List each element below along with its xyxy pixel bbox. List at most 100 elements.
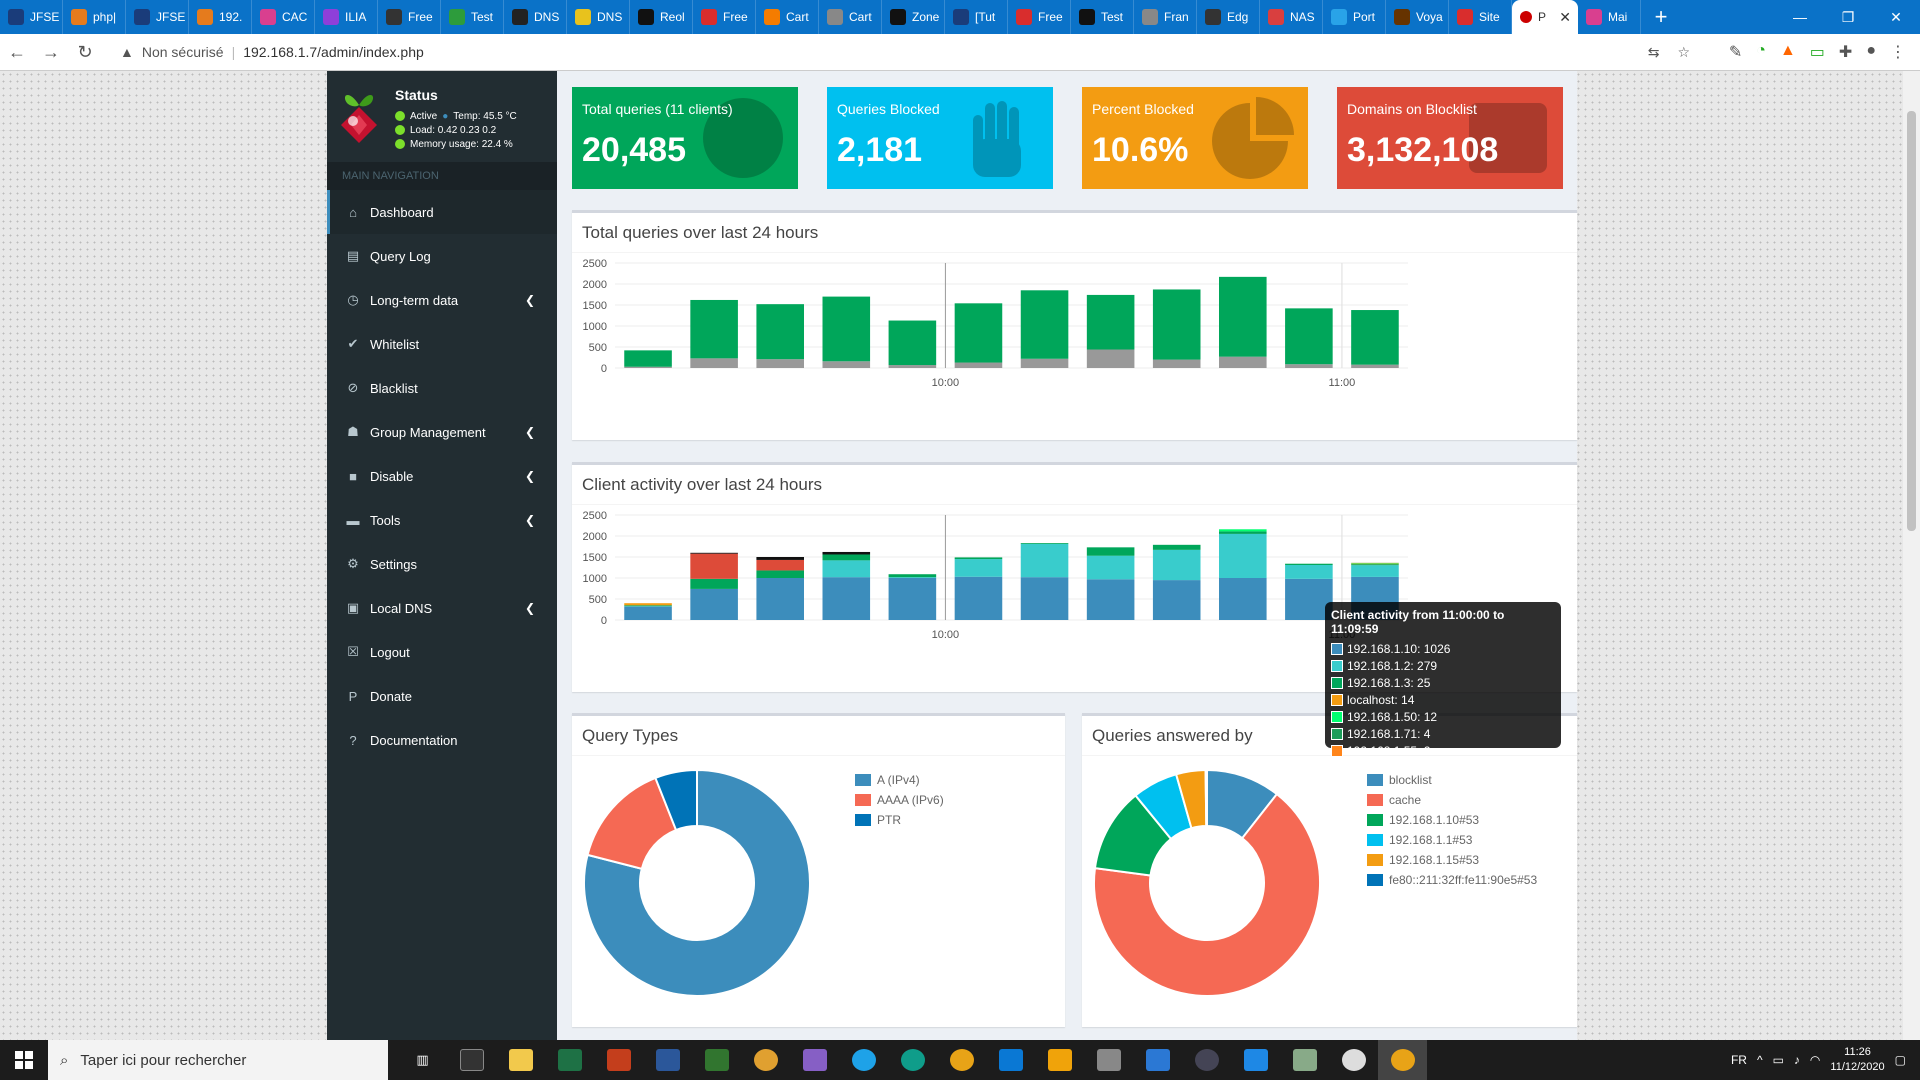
volume-icon[interactable]: ♪ xyxy=(1794,1053,1800,1067)
legend-item[interactable]: fe80::211:32ff:fe11:90e5#53 xyxy=(1367,870,1537,890)
browser-tab[interactable]: CAC xyxy=(252,0,315,34)
puzzle-icon[interactable]: ✚ xyxy=(1839,42,1852,62)
close-icon[interactable]: ✕ xyxy=(1559,9,1571,26)
taskbar-app-chrome-active[interactable] xyxy=(1378,1040,1427,1080)
page-scrollbar[interactable] xyxy=(1903,71,1920,1040)
browser-tab[interactable]: Voya xyxy=(1386,0,1449,34)
sidebar-item-dashboard[interactable]: ⌂ Dashboard xyxy=(327,190,557,234)
stat-percent-blocked[interactable]: Percent Blocked 10.6% xyxy=(1082,87,1308,189)
browser-tab[interactable]: JFSE xyxy=(0,0,63,34)
extension-icon[interactable]: ▭ xyxy=(1810,42,1825,62)
taskbar-app-remote[interactable] xyxy=(1084,1040,1133,1080)
sidebar-item-group-management[interactable]: ☗ Group Management ❮ xyxy=(327,410,557,454)
taskbar-app-outlook[interactable] xyxy=(1035,1040,1084,1080)
taskbar-app-media[interactable] xyxy=(1329,1040,1378,1080)
taskbar-app-edge[interactable] xyxy=(888,1040,937,1080)
browser-tab[interactable]: DNS xyxy=(504,0,567,34)
taskbar-app-paint[interactable] xyxy=(741,1040,790,1080)
sidebar-item-blacklist[interactable]: ⊘ Blacklist xyxy=(327,366,557,410)
sidebar-item-local-dns[interactable]: ▣ Local DNS ❮ xyxy=(327,586,557,630)
legend-item[interactable]: A (IPv4) xyxy=(855,770,944,790)
sidebar-item-whitelist[interactable]: ✔ Whitelist xyxy=(327,322,557,366)
stat-domains-blocklist[interactable]: Domains on Blocklist 3,132,108 xyxy=(1337,87,1563,189)
taskbar-app-terminal[interactable] xyxy=(447,1040,496,1080)
query-types-donut[interactable] xyxy=(572,756,812,1026)
extension-icon[interactable]: ✎ xyxy=(1729,42,1742,62)
taskbar-app-security[interactable] xyxy=(1182,1040,1231,1080)
language-indicator[interactable]: FR xyxy=(1731,1053,1747,1067)
browser-tab[interactable]: Fran xyxy=(1134,0,1197,34)
legend-item[interactable]: 192.168.1.10#53 xyxy=(1367,810,1537,830)
queries-answered-donut[interactable] xyxy=(1082,756,1327,1026)
taskbar-app-project[interactable] xyxy=(692,1040,741,1080)
browser-tab[interactable]: 192. xyxy=(189,0,252,34)
translate-icon[interactable]: ⇆ xyxy=(1648,44,1660,61)
stat-total-queries[interactable]: Total queries (11 clients) 20,485 xyxy=(572,87,798,189)
taskbar-app-calendar[interactable] xyxy=(1133,1040,1182,1080)
restore-button[interactable]: ❐ xyxy=(1824,0,1872,34)
legend-item[interactable]: 192.168.1.1#53 xyxy=(1367,830,1537,850)
browser-tab[interactable]: Port xyxy=(1323,0,1386,34)
browser-tab[interactable]: Edg xyxy=(1197,0,1260,34)
taskbar-app-ie[interactable] xyxy=(839,1040,888,1080)
browser-tab[interactable]: Zone xyxy=(882,0,945,34)
browser-tab[interactable]: Free xyxy=(378,0,441,34)
sidebar-item-disable[interactable]: ■ Disable ❮ xyxy=(327,454,557,498)
network-icon[interactable]: ▭ xyxy=(1773,1053,1784,1067)
legend-item[interactable]: cache xyxy=(1367,790,1537,810)
url-input[interactable]: ▲ Non sécurisé | 192.168.1.7/admin/index… xyxy=(110,38,1700,66)
wifi-icon[interactable]: ◠ xyxy=(1810,1053,1820,1067)
browser-tab[interactable]: Test xyxy=(1071,0,1134,34)
browser-tab[interactable]: DNS xyxy=(567,0,630,34)
sidebar-item-query-log[interactable]: ▤ Query Log xyxy=(327,234,557,278)
browser-tab[interactable]: Cart xyxy=(756,0,819,34)
taskbar-app-mail[interactable] xyxy=(986,1040,1035,1080)
scrollbar-thumb[interactable] xyxy=(1907,111,1916,531)
stat-queries-blocked[interactable]: Queries Blocked 2,181 xyxy=(827,87,1053,189)
sidebar-item-tools[interactable]: ▬ Tools ❮ xyxy=(327,498,557,542)
back-button[interactable]: ← xyxy=(0,42,34,63)
forward-button[interactable]: → xyxy=(34,42,68,63)
task-view-button[interactable]: ▥ xyxy=(398,1040,447,1080)
menu-dots-icon[interactable]: ⋮ xyxy=(1890,42,1906,62)
sidebar-item-long-term-data[interactable]: ◷ Long-term data ❮ xyxy=(327,278,557,322)
legend-item[interactable]: PTR xyxy=(855,810,944,830)
browser-tab[interactable]: Free xyxy=(693,0,756,34)
start-button[interactable] xyxy=(0,1040,48,1080)
queries-over-time-chart[interactable]: 0 500 1000 1500 2000 2500 10:00 11:00 xyxy=(572,253,1577,440)
legend-item[interactable]: 192.168.1.15#53 xyxy=(1367,850,1537,870)
profile-avatar-icon[interactable]: ● xyxy=(1866,42,1876,62)
extension-icon[interactable]: ▲ xyxy=(1780,42,1796,62)
sidebar-item-donate[interactable]: P Donate xyxy=(327,674,557,718)
notifications-icon[interactable]: ▢ xyxy=(1895,1053,1906,1067)
legend-item[interactable]: AAAA (IPv6) xyxy=(855,790,944,810)
browser-tab[interactable]: [Tut xyxy=(945,0,1008,34)
extension-icon[interactable]: ◔ xyxy=(1756,42,1766,62)
tab-active[interactable]: P ✕ xyxy=(1512,0,1578,34)
close-window-button[interactable]: ✕ xyxy=(1872,0,1920,34)
taskbar-app-explorer[interactable] xyxy=(496,1040,545,1080)
chevron-up-icon[interactable]: ^ xyxy=(1757,1053,1763,1067)
sidebar-item-settings[interactable]: ⚙ Settings xyxy=(327,542,557,586)
taskbar-search-input[interactable]: ⌕ Taper ici pour rechercher xyxy=(48,1040,388,1080)
taskbar-clock[interactable]: 11:26 11/12/2020 xyxy=(1830,1045,1884,1075)
browser-tab[interactable]: php| xyxy=(63,0,126,34)
browser-tab[interactable]: Reol xyxy=(630,0,693,34)
taskbar-app-chrome[interactable] xyxy=(937,1040,986,1080)
taskbar-app-printer[interactable] xyxy=(1280,1040,1329,1080)
minimize-button[interactable]: — xyxy=(1776,0,1824,34)
browser-tab[interactable]: Site xyxy=(1449,0,1512,34)
taskbar-app-powerpoint[interactable] xyxy=(594,1040,643,1080)
tab-mail[interactable]: Mai xyxy=(1578,0,1641,34)
taskbar-app-phone[interactable] xyxy=(1231,1040,1280,1080)
browser-tab[interactable]: NAS xyxy=(1260,0,1323,34)
taskbar-app-visual-studio[interactable] xyxy=(790,1040,839,1080)
legend-item[interactable]: blocklist xyxy=(1367,770,1537,790)
taskbar-app-excel[interactable] xyxy=(545,1040,594,1080)
browser-tab[interactable]: Free xyxy=(1008,0,1071,34)
new-tab-button[interactable]: + xyxy=(1641,0,1681,34)
sidebar-item-logout[interactable]: ☒ Logout xyxy=(327,630,557,674)
browser-tab[interactable]: ILIA xyxy=(315,0,378,34)
browser-tab[interactable]: Cart xyxy=(819,0,882,34)
taskbar-app-word[interactable] xyxy=(643,1040,692,1080)
